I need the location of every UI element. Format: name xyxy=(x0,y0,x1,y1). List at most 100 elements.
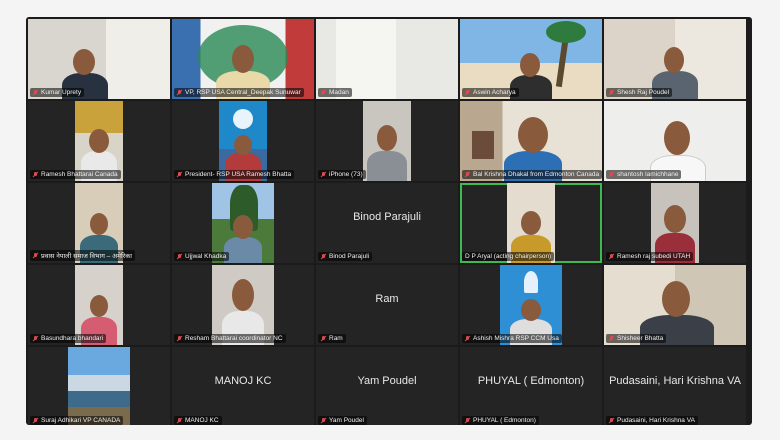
muted-mic-icon xyxy=(609,335,614,342)
participant-tile[interactable]: shantosh lamichhane xyxy=(604,101,746,181)
participant-name-placeholder: Pudasaini, Hari Krishna VA xyxy=(609,375,741,387)
muted-mic-icon xyxy=(609,253,614,260)
participant-name-label: VP, RSP USA Central_Deepak Sunuwar xyxy=(174,88,304,97)
participant-video xyxy=(460,101,602,181)
participant-tile[interactable]: President- RSP USA Ramesh Bhatta xyxy=(172,101,314,181)
participant-name-label: Kumar Uprety xyxy=(30,88,85,97)
participant-name-label: D P Aryal (acting chairperson) xyxy=(462,252,555,261)
participant-tile[interactable]: Bal Krishna Dhakal from Edmonton Canada xyxy=(460,101,602,181)
participant-name-label: shantosh lamichhane xyxy=(606,170,682,179)
participant-tile[interactable]: Binod Parajuli Binod Parajuli xyxy=(316,183,458,263)
participant-name-placeholder: PHUYAL ( Edmonton) xyxy=(477,375,585,387)
muted-mic-icon xyxy=(33,252,38,259)
participant-name-label: Ram xyxy=(318,334,346,343)
participant-video xyxy=(212,265,274,345)
participant-name-label: Ashish Mishra RSP CCM Usa xyxy=(462,334,562,343)
participant-tile[interactable]: Kumar Uprety xyxy=(28,19,170,99)
muted-mic-icon xyxy=(33,335,38,342)
participant-name-label: Bal Krishna Dhakal from Edmonton Canada xyxy=(462,170,602,179)
participant-video xyxy=(316,19,458,99)
participant-tile[interactable]: Pudasaini, Hari Krishna VA Pudasaini, Ha… xyxy=(604,347,746,425)
participant-video xyxy=(75,265,123,345)
participant-name-label: Suraj Adhikari VP CANADA xyxy=(30,416,124,425)
participant-name-label: iPhone (73) xyxy=(318,170,366,179)
muted-mic-icon xyxy=(465,89,470,96)
participant-name-label: Yam Poudel xyxy=(318,416,367,425)
participant-name-label: Ramesh Bhattarai Canada xyxy=(30,170,121,179)
participant-name-label: Ujjwal Khadka xyxy=(174,252,230,261)
participant-tile[interactable]: Ramesh Bhattarai Canada xyxy=(28,101,170,181)
muted-mic-icon xyxy=(465,171,470,178)
participant-video xyxy=(604,19,746,99)
participant-video xyxy=(604,265,746,345)
participant-name-label: Ramesh raj subedi UTAH xyxy=(606,252,694,261)
participant-tile[interactable]: Shesh Raj Poudel xyxy=(604,19,746,99)
muted-mic-icon xyxy=(177,89,182,96)
participant-video xyxy=(75,101,123,181)
participant-name-placeholder: Yam Poudel xyxy=(357,375,417,387)
participant-name-placeholder: Ram xyxy=(375,293,399,305)
participant-tile[interactable]: MANOJ KC MANOJ KC xyxy=(172,347,314,425)
muted-mic-icon xyxy=(177,253,182,260)
participant-tile[interactable]: Ram Ram xyxy=(316,265,458,345)
muted-mic-icon xyxy=(321,89,326,96)
muted-mic-icon xyxy=(33,417,38,424)
participant-tile[interactable]: Basundhara bhandari xyxy=(28,265,170,345)
participant-name-label: Basundhara bhandari xyxy=(30,334,107,343)
participant-name-label: Shisheer Bhatta xyxy=(606,334,667,343)
participant-tile[interactable]: Ujjwal Khadka xyxy=(172,183,314,263)
participant-name-label: President- RSP USA Ramesh Bhatta xyxy=(174,170,295,179)
muted-mic-icon xyxy=(33,89,38,96)
muted-mic-icon xyxy=(321,335,326,342)
participant-video xyxy=(363,101,411,181)
muted-mic-icon xyxy=(609,89,614,96)
participant-name-placeholder: Binod Parajuli xyxy=(353,211,421,223)
participant-tile[interactable]: Madan xyxy=(316,19,458,99)
participant-name-label: Binod Parajuli xyxy=(318,252,373,261)
participant-name-label: Aswin Acharya xyxy=(462,88,519,97)
participant-tile[interactable]: Ashish Mishra RSP CCM Usa xyxy=(460,265,602,345)
participant-name-label: प्रवास नेपाली समाज विभाग – अमेरिका xyxy=(30,250,135,261)
participant-video xyxy=(507,183,555,263)
participant-video xyxy=(68,347,130,425)
participant-video xyxy=(604,101,746,181)
muted-mic-icon xyxy=(321,253,326,260)
participant-video xyxy=(28,19,170,99)
participant-tile[interactable]: Aswin Acharya xyxy=(460,19,602,99)
participant-name-label: Madan xyxy=(318,88,352,97)
participant-video xyxy=(651,183,699,263)
muted-mic-icon xyxy=(177,171,182,178)
participant-tile[interactable]: Ramesh raj subedi UTAH xyxy=(604,183,746,263)
muted-mic-icon xyxy=(609,171,614,178)
muted-mic-icon xyxy=(609,417,614,424)
muted-mic-icon xyxy=(321,417,326,424)
muted-mic-icon xyxy=(465,335,470,342)
participant-grid: Kumar Uprety VP, RSP USA Central_Deepak … xyxy=(28,19,746,425)
muted-mic-icon xyxy=(321,171,326,178)
participant-tile-active-speaker[interactable]: D P Aryal (acting chairperson) xyxy=(460,183,602,263)
participant-name-label: MANOJ KC xyxy=(174,416,222,425)
participant-tile[interactable]: Resham Bhattarai coordinator NC xyxy=(172,265,314,345)
participant-tile[interactable]: प्रवास नेपाली समाज विभाग – अमेरिका xyxy=(28,183,170,263)
participant-name-placeholder: MANOJ KC xyxy=(214,375,272,387)
participant-tile[interactable]: VP, RSP USA Central_Deepak Sunuwar xyxy=(172,19,314,99)
participant-video xyxy=(460,19,602,99)
muted-mic-icon xyxy=(33,171,38,178)
participant-video xyxy=(172,19,314,99)
participant-name-label: Shesh Raj Poudel xyxy=(606,88,673,97)
muted-mic-icon xyxy=(465,417,470,424)
participant-name-label: PHUYAL ( Edmonton) xyxy=(462,416,539,425)
participant-tile[interactable]: PHUYAL ( Edmonton) PHUYAL ( Edmonton) xyxy=(460,347,602,425)
muted-mic-icon xyxy=(177,335,182,342)
participant-name-label: Pudasaini, Hari Krishna VA xyxy=(606,416,698,425)
participant-video xyxy=(219,101,267,181)
participant-video xyxy=(500,265,562,345)
participant-tile[interactable]: Shisheer Bhatta xyxy=(604,265,746,345)
muted-mic-icon xyxy=(177,417,182,424)
participant-name-label: Resham Bhattarai coordinator NC xyxy=(174,334,286,343)
participant-tile[interactable]: Yam Poudel Yam Poudel xyxy=(316,347,458,425)
participant-video xyxy=(212,183,274,263)
meeting-gallery-view: Kumar Uprety VP, RSP USA Central_Deepak … xyxy=(26,17,752,425)
participant-tile[interactable]: Suraj Adhikari VP CANADA xyxy=(28,347,170,425)
participant-tile[interactable]: iPhone (73) xyxy=(316,101,458,181)
